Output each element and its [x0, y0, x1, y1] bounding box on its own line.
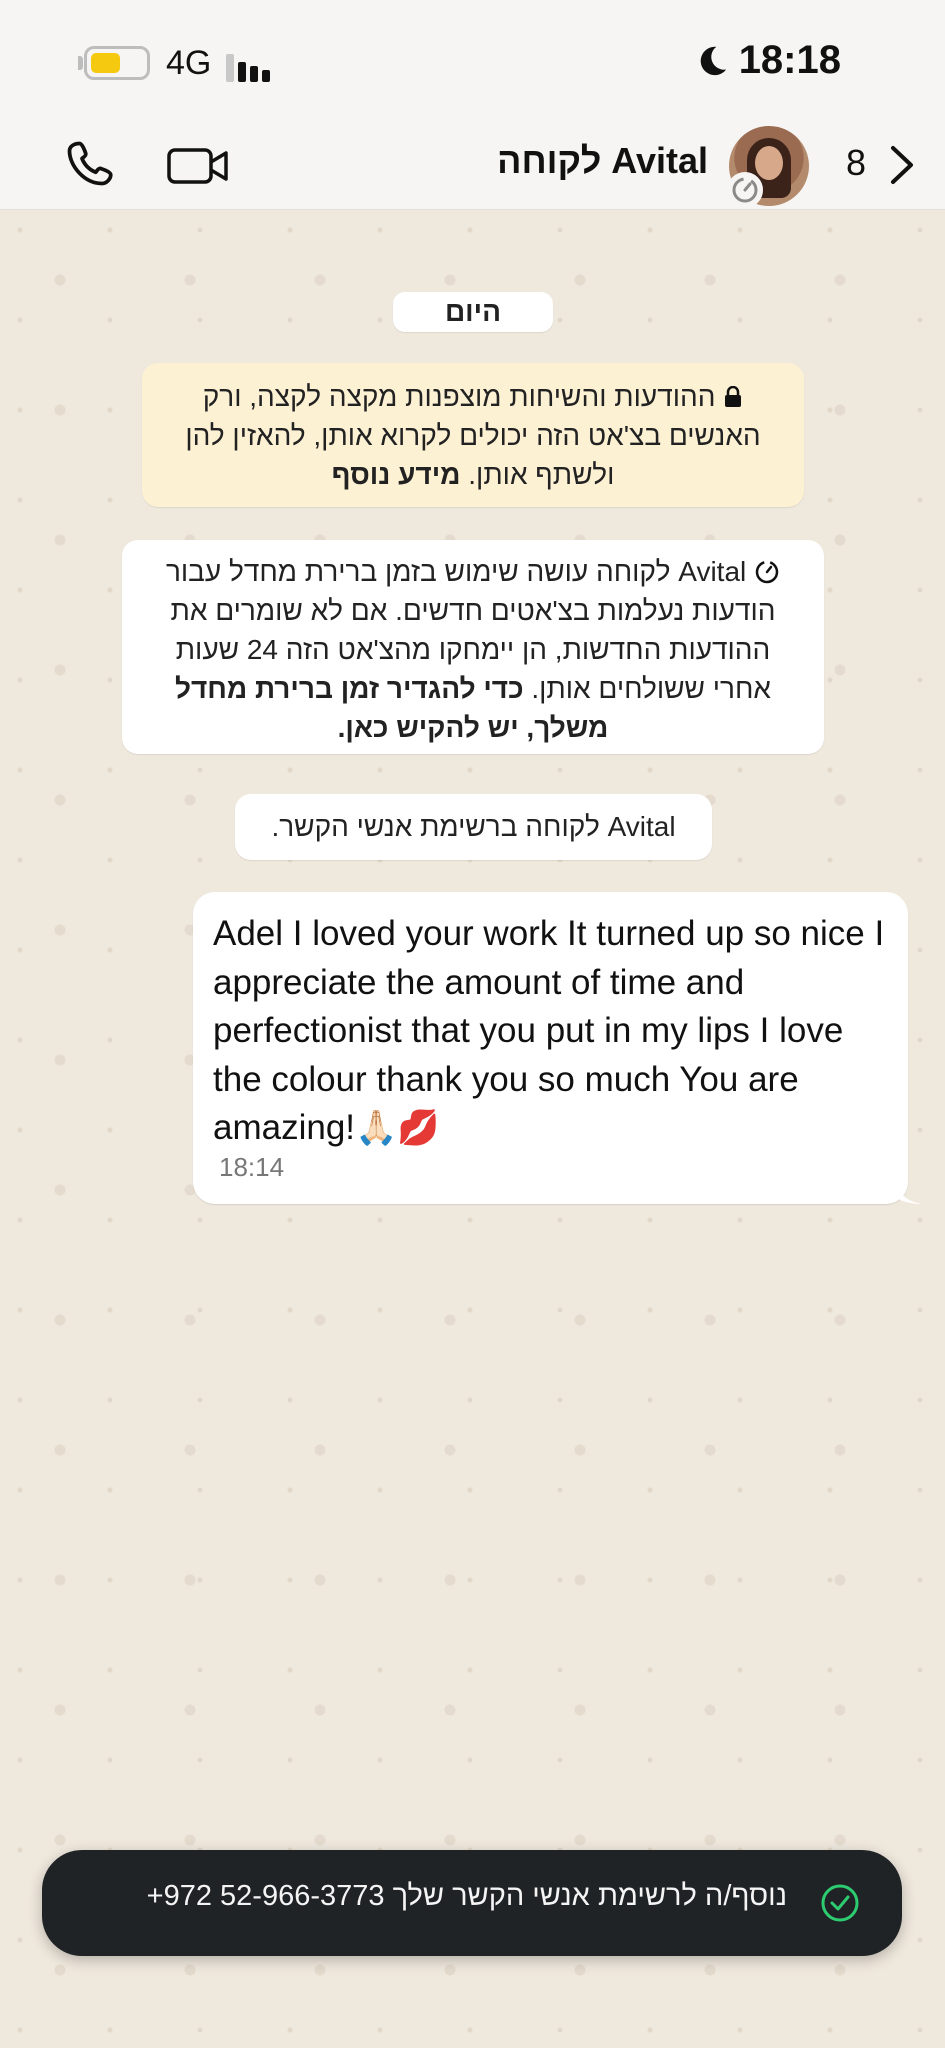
contact-saved-toast[interactable]: +972 52-966-3773 נוסף/ה לרשימת אנשי הקשר…: [42, 1850, 902, 1956]
chat-header: לקוחה Avital 8: [0, 120, 945, 210]
incoming-message-bubble[interactable]: Adel I loved your work It turned up so n…: [193, 892, 908, 1204]
message-time: 18:14: [219, 1152, 285, 1182]
status-time: 18:18: [695, 38, 841, 83]
network-label: 4G: [166, 44, 212, 82]
contact-added-notice: Avital לקוחה ברשימת אנשי הקשר.: [235, 794, 712, 860]
video-camera-icon[interactable]: [166, 136, 230, 196]
learn-more-link[interactable]: מידע נוסף: [332, 459, 461, 490]
chat-area[interactable]: היום ההודעות והשיחות מוצפנות מקצה לקצה, …: [0, 210, 945, 2048]
message-emojis: 🙏🏻💋: [355, 1109, 440, 1147]
encryption-notice[interactable]: ההודעות והשיחות מוצפנות מקצה לקצה, ורק ה…: [142, 363, 804, 507]
message-text: Adel I loved your work It turned up so n…: [213, 910, 890, 1153]
timer-icon: [755, 560, 779, 584]
date-divider: היום: [393, 292, 553, 332]
lock-icon: [725, 386, 742, 407]
battery-level: [91, 53, 120, 73]
unread-count[interactable]: 8: [846, 142, 866, 184]
status-bar: 4G 18:18: [0, 0, 945, 120]
bubble-tail: [894, 1178, 922, 1204]
message-body: Adel I loved your work It turned up so n…: [213, 914, 885, 1147]
moon-icon: [700, 46, 726, 75]
battery-icon: [84, 46, 150, 80]
clock: 18:18: [738, 38, 841, 82]
disappearing-messages-notice[interactable]: Avital לקוחה עושה שימוש בזמן ברירת מחדל …: [122, 540, 824, 754]
encryption-text: ההודעות והשיחות מוצפנות מקצה לקצה, ורק ה…: [185, 381, 761, 490]
phone-icon[interactable]: [62, 136, 122, 196]
chevron-right-icon[interactable]: [888, 144, 916, 186]
toast-message: +972 52-966-3773 נוסף/ה לרשימת אנשי הקשר…: [146, 1880, 787, 1912]
disappearing-timer-badge: [727, 172, 763, 208]
check-circle-icon: [821, 1884, 859, 1922]
timer-icon: [732, 177, 758, 203]
signal-icon: [226, 48, 276, 82]
battery-nub: [78, 56, 83, 70]
contact-name[interactable]: לקוחה Avital: [497, 140, 708, 182]
